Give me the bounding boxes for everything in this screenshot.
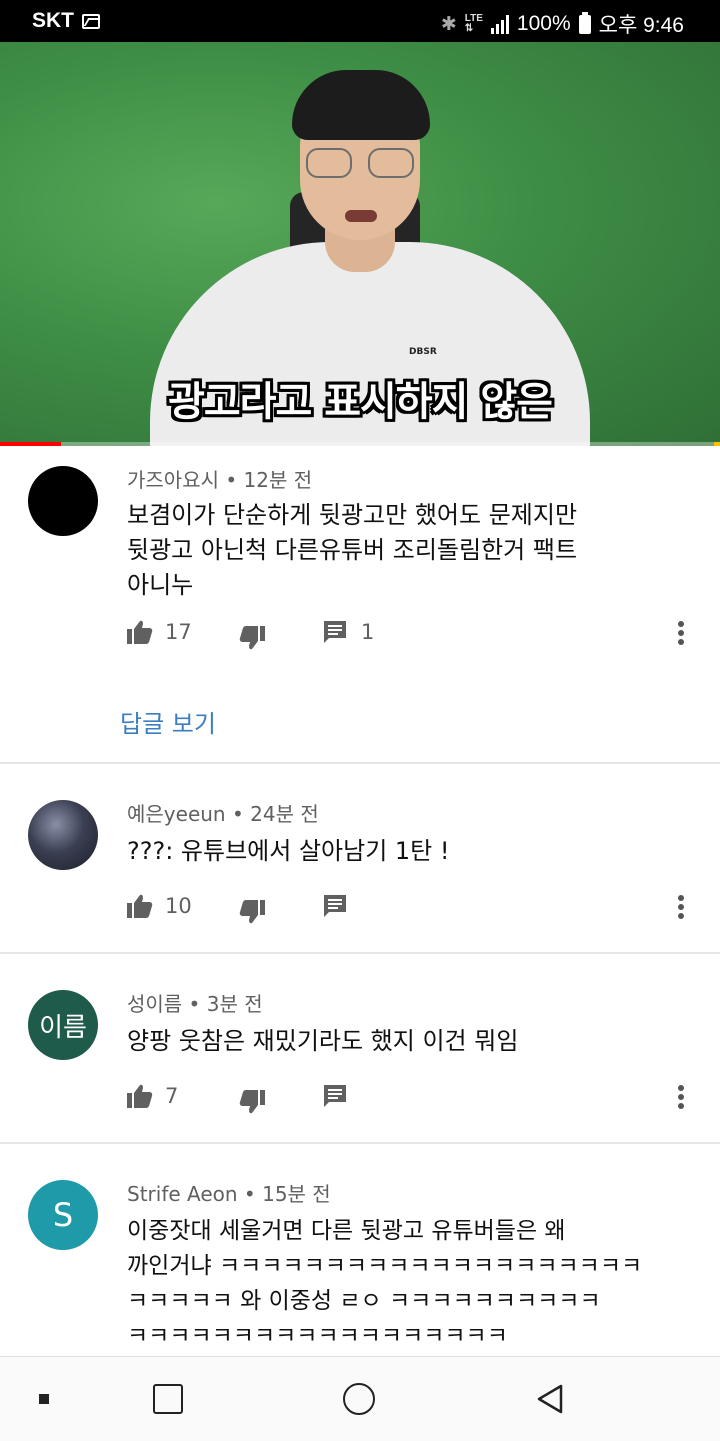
comment-time: 15분 전 <box>262 1182 331 1206</box>
status-bar: SKT ✱ LTE ⇅ 100% 오후 9:46 <box>0 0 720 42</box>
comment-time: 3분 전 <box>206 992 263 1016</box>
reply-button[interactable]: 1 <box>323 620 374 644</box>
reply-count: 1 <box>361 620 375 644</box>
comment-item: S Strife Aeon • 15분 전 이중잣대 세울거면 다른 뒷광고 유… <box>0 1144 720 1356</box>
avatar[interactable]: S <box>28 1180 98 1250</box>
thumb-up-icon <box>127 1084 153 1108</box>
battery-icon <box>578 11 591 34</box>
comment-text: 보겸이가 단순하게 뒷광고만 했어도 문제지만 뒷광고 아닌척 다른유튜버 조리… <box>127 501 578 599</box>
dislike-button[interactable] <box>239 894 265 924</box>
clock: 오후 9:46 <box>598 14 684 37</box>
back-triangle-icon <box>537 1384 563 1414</box>
comment-icon <box>324 1085 346 1107</box>
like-button[interactable]: 10 <box>127 894 192 918</box>
comment-item: 이름 성이름 • 3분 전 양팡 웃참은 재밌기라도 했지 이건 뭐임 7 <box>0 954 720 1144</box>
more-options-button[interactable] <box>677 1084 685 1110</box>
circle-icon <box>343 1383 375 1415</box>
video-frame-mouth <box>345 210 377 222</box>
comment-item: 예은yeeun • 24분 전 ???: 유튜브에서 살아남기 1탄 ! 10 <box>0 764 720 954</box>
like-count: 10 <box>165 894 192 918</box>
like-count: 17 <box>165 620 192 644</box>
avatar[interactable] <box>28 466 98 536</box>
comment-meta: 가즈아요시 • 12분 전 <box>127 468 313 492</box>
comment-meta: Strife Aeon • 15분 전 <box>127 1182 331 1206</box>
comment-time: 12분 전 <box>243 468 313 492</box>
comment-actions: 7 <box>127 1084 687 1116</box>
comment-author[interactable]: 예은yeeun <box>127 802 226 826</box>
video-frame-person-hair <box>292 70 430 140</box>
bluetooth-icon: ✱ <box>440 13 457 35</box>
comment-item: 가즈아요시 • 12분 전 보겸이가 단순하게 뒷광고만 했어도 문제지만 뒷광… <box>0 446 720 764</box>
dislike-button[interactable] <box>239 1084 265 1114</box>
avatar[interactable] <box>28 800 98 870</box>
more-vert-icon <box>678 621 684 645</box>
video-subtitle: 광고라고 표시하지 않은 <box>168 379 553 425</box>
view-replies-link[interactable]: 답글 보기 <box>120 704 216 739</box>
carrier-label: SKT <box>32 9 74 32</box>
more-options-button[interactable] <box>677 894 685 920</box>
video-player[interactable]: DBSR 광고라고 표시하지 않은 <box>0 42 720 446</box>
dislike-button[interactable] <box>239 620 265 650</box>
video-frame-glasses <box>306 148 418 180</box>
comment-meta: 성이름 • 3분 전 <box>127 992 263 1016</box>
reply-button[interactable] <box>323 1084 347 1108</box>
lte-icon: LTE ⇅ <box>464 13 483 34</box>
comment-text: 이중잣대 세울거면 다른 뒷광고 유튜버들은 왜 까인거냐 ㅋㅋㅋㅋㅋㅋㅋㅋㅋㅋ… <box>127 1218 643 1349</box>
battery-percent: 100% <box>516 12 571 35</box>
more-vert-icon <box>678 1085 684 1109</box>
thumb-down-icon <box>239 900 265 924</box>
comment-icon <box>324 621 346 643</box>
comment-icon <box>324 895 346 917</box>
comment-author[interactable]: 성이름 <box>127 992 182 1016</box>
shirt-logo: DBSR <box>409 347 437 357</box>
recent-apps-button[interactable] <box>24 1357 64 1441</box>
thumb-down-icon <box>239 1090 265 1114</box>
gallery-notification-icon <box>82 13 100 29</box>
system-nav-bar <box>0 1356 720 1441</box>
more-options-button[interactable] <box>677 620 685 646</box>
signal-icon <box>490 14 509 34</box>
comment-time: 24분 전 <box>250 802 319 826</box>
reply-button[interactable] <box>323 894 347 918</box>
comment-actions: 10 <box>127 894 687 926</box>
comment-author[interactable]: 가즈아요시 <box>127 468 219 492</box>
overview-button[interactable] <box>138 1357 198 1441</box>
comment-text: 양팡 웃참은 재밌기라도 했지 이건 뭐임 <box>127 1027 519 1055</box>
like-button[interactable]: 7 <box>127 1084 178 1108</box>
thumb-up-icon <box>127 894 153 918</box>
like-button[interactable]: 17 <box>127 620 192 644</box>
recent-dot-icon <box>39 1394 49 1404</box>
thumb-down-icon <box>239 626 265 650</box>
more-vert-icon <box>678 895 684 919</box>
like-count: 7 <box>165 1084 179 1108</box>
back-button[interactable] <box>520 1357 580 1441</box>
home-button[interactable] <box>329 1357 389 1441</box>
square-icon <box>153 1384 183 1414</box>
comment-text: ???: 유튜브에서 살아남기 1탄 ! <box>127 837 450 865</box>
comment-meta: 예은yeeun • 24분 전 <box>127 802 319 826</box>
avatar[interactable]: 이름 <box>28 990 98 1060</box>
comment-author[interactable]: Strife Aeon <box>127 1182 238 1206</box>
thumb-up-icon <box>127 620 153 644</box>
comment-actions: 17 1 <box>127 620 687 652</box>
